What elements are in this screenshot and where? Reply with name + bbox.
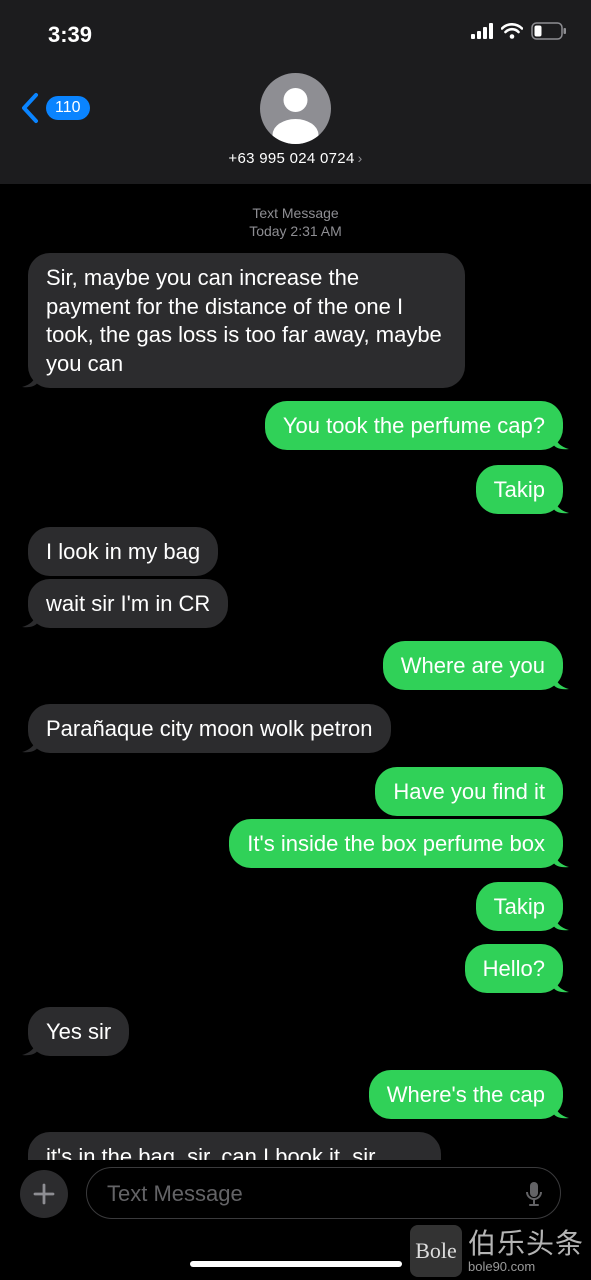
message-timestamp: Text Message Today 2:31 AM: [0, 204, 591, 240]
message-text: I look in my bag: [46, 539, 201, 564]
cellular-signal-icon: [471, 23, 493, 39]
watermark-title: 伯乐头条: [468, 1227, 585, 1259]
bubble-tail: [553, 850, 569, 868]
watermark-text: 伯乐头条 bole90.com: [468, 1227, 585, 1274]
sent-message-bubble[interactable]: Takip: [475, 465, 563, 514]
sent-message-bubble[interactable]: You took the perfume cap?: [264, 401, 563, 450]
sent-message-bubble[interactable]: It's inside the box perfume box: [229, 819, 563, 868]
message-text: Takip: [493, 894, 545, 919]
received-message-bubble[interactable]: Parañaque city moon wolk petron: [28, 704, 391, 753]
battery-icon: [531, 22, 566, 40]
bubble-tail: [22, 1038, 38, 1056]
unread-count-badge: 110: [46, 96, 90, 120]
received-message-bubble[interactable]: I look in my bag: [28, 527, 219, 576]
message-text: Hello?: [482, 956, 545, 981]
sent-message-bubble[interactable]: Takip: [475, 882, 563, 931]
message-text: Yes sir: [46, 1019, 112, 1044]
message-input[interactable]: [105, 1168, 509, 1219]
add-attachment-button[interactable]: [20, 1170, 68, 1218]
contact-name[interactable]: +63 995 024 0724 ›: [0, 150, 591, 167]
bubble-tail: [22, 370, 38, 388]
bubble-tail: [553, 432, 569, 450]
person-icon: [272, 88, 319, 144]
sent-message-bubble[interactable]: Hello?: [464, 944, 563, 993]
message-text: it's in the bag, sir, can I book it, sir: [46, 1144, 376, 1160]
watermark-url: bole90.com: [468, 1258, 536, 1274]
bubble-tail: [553, 913, 569, 931]
message-text: You took the perfume cap?: [282, 413, 545, 438]
chevron-right-icon: ›: [357, 150, 363, 166]
status-time: 3:39: [48, 22, 93, 47]
sent-message-bubble[interactable]: Have you find it: [375, 767, 563, 816]
status-bar: 3:39: [0, 0, 591, 70]
microphone-icon[interactable]: [526, 1181, 542, 1207]
bubble-tail: [22, 610, 38, 628]
message-time-label: Today 2:31 AM: [249, 223, 342, 239]
message-text: Takip: [493, 477, 545, 502]
back-button[interactable]: 110: [20, 92, 90, 124]
message-text: Have you find it: [393, 779, 545, 804]
watermark: Bole 伯乐头条 bole90.com: [410, 1222, 591, 1280]
sent-message-bubble[interactable]: Where are you: [382, 641, 563, 690]
received-message-bubble[interactable]: Yes sir: [28, 1007, 130, 1056]
bubble-tail: [553, 1101, 569, 1119]
status-icons: [471, 22, 567, 40]
message-text: Parañaque city moon wolk petron: [46, 716, 373, 741]
bubble-tail: [553, 496, 569, 514]
bubble-tail: [553, 672, 569, 690]
home-indicator[interactable]: [190, 1261, 402, 1267]
chevron-left-icon: [22, 93, 38, 123]
message-text: Where are you: [400, 653, 545, 678]
message-thread[interactable]: Text Message Today 2:31 AM Sir, maybe yo…: [0, 184, 591, 1160]
received-message-bubble[interactable]: wait sir I'm in CR: [28, 579, 229, 628]
message-input-field[interactable]: [86, 1167, 561, 1219]
contact-avatar[interactable]: [260, 73, 331, 144]
received-message-bubble[interactable]: it's in the bag, sir, can I book it, sir: [28, 1132, 441, 1160]
bubble-tail: [22, 735, 38, 753]
bubble-tail: [553, 975, 569, 993]
sent-message-bubble[interactable]: Where's the cap: [368, 1070, 563, 1119]
message-text: wait sir I'm in CR: [46, 591, 211, 616]
plus-icon: [33, 1183, 55, 1205]
contact-number-label: +63 995 024 0724: [228, 150, 355, 167]
message-text: It's inside the box perfume box: [247, 831, 545, 856]
received-message-bubble[interactable]: Sir, maybe you can increase the payment …: [28, 253, 465, 388]
message-type-label: Text Message: [252, 205, 339, 221]
message-text: Where's the cap: [386, 1082, 545, 1107]
watermark-logo: Bole: [410, 1225, 462, 1277]
message-text: Sir, maybe you can increase the payment …: [46, 265, 442, 376]
wifi-icon: [501, 23, 523, 39]
